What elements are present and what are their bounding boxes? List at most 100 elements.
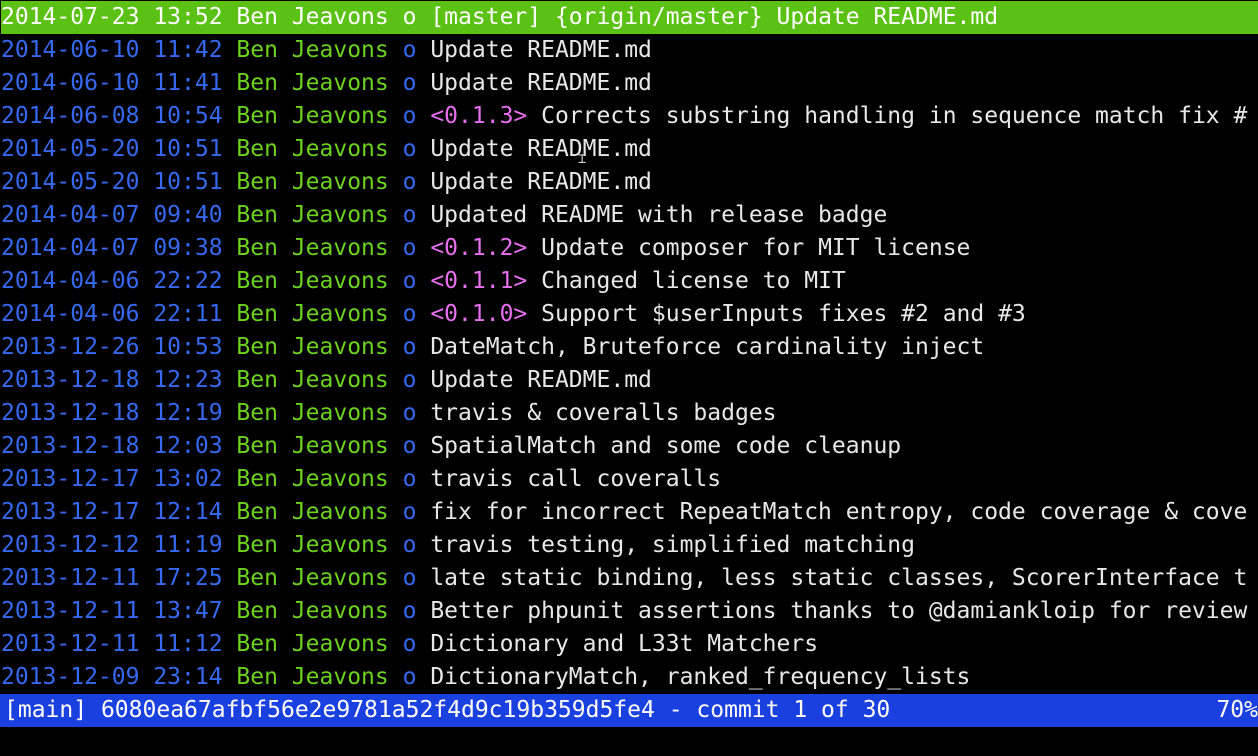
commit-author: Ben Jeavons <box>236 400 389 426</box>
commit-graph-node: o <box>402 466 417 492</box>
commit-subject: travis & coveralls badges <box>430 400 777 426</box>
commit-subject: DateMatch, Bruteforce cardinality inject <box>430 334 985 360</box>
commit-date: 2013-12-18 12:03 <box>1 433 223 459</box>
commit-author: Ben Jeavons <box>236 301 389 327</box>
commit-graph-node: o <box>402 664 417 690</box>
commit-subject: Update README.md <box>430 136 652 162</box>
commit-subject: DictionaryMatch, ranked_frequency_lists <box>430 664 971 690</box>
commit-author: Ben Jeavons <box>236 136 389 162</box>
commit-subject: travis call coveralls <box>430 466 722 492</box>
commit-author: Ben Jeavons <box>236 235 389 261</box>
commit-row[interactable]: 2014-06-08 10:54 Ben Jeavons o <0.1.3> C… <box>1 100 1258 133</box>
commit-row[interactable]: 2013-12-17 13:02 Ben Jeavons o travis ca… <box>1 463 1258 496</box>
commit-row[interactable]: 2014-04-06 22:22 Ben Jeavons o <0.1.1> C… <box>1 265 1258 298</box>
commit-row[interactable]: 2014-05-20 10:51 Ben Jeavons o Update RE… <box>1 166 1258 199</box>
commit-row[interactable]: 2013-12-26 10:53 Ben Jeavons o DateMatch… <box>1 331 1258 364</box>
commit-date: 2013-12-11 17:25 <box>1 565 223 591</box>
commit-author: Ben Jeavons <box>236 103 389 129</box>
commit-date: 2013-12-17 13:02 <box>1 466 223 492</box>
commit-author: Ben Jeavons <box>236 466 389 492</box>
commit-author: Ben Jeavons <box>236 4 389 30</box>
commit-row[interactable]: 2013-12-18 12:19 Ben Jeavons o travis & … <box>1 397 1258 430</box>
commit-author: Ben Jeavons <box>236 631 389 657</box>
commit-date: 2014-05-20 10:51 <box>1 136 223 162</box>
commit-author: Ben Jeavons <box>236 367 389 393</box>
commit-subject: Better phpunit assertions thanks to @dam… <box>430 598 1248 624</box>
commit-date: 2014-06-10 11:42 <box>1 37 223 63</box>
commit-row[interactable]: 2013-12-11 13:47 Ben Jeavons o Better ph… <box>1 595 1258 628</box>
commit-date: 2013-12-09 23:14 <box>1 664 223 690</box>
commit-graph-node: o <box>402 499 417 525</box>
commit-row[interactable]: 2013-12-18 12:23 Ben Jeavons o Update RE… <box>1 364 1258 397</box>
commit-graph-node: o <box>402 169 417 195</box>
commit-tag: <0.1.0> <box>430 301 528 327</box>
commit-graph-node: o <box>402 136 417 162</box>
commit-graph-node: o <box>402 70 417 96</box>
commit-hash[interactable]: 6080ea67afbf56e2e9781a52f4d9c19b359d5fe4 <box>101 697 655 723</box>
commit-graph-node: o <box>402 532 417 558</box>
commit-graph-node: o <box>402 565 417 591</box>
commit-row[interactable]: 2013-12-18 12:03 Ben Jeavons o SpatialMa… <box>1 430 1258 463</box>
commit-date: 2013-12-12 11:19 <box>1 532 223 558</box>
commit-row[interactable]: 2013-12-17 12:14 Ben Jeavons o fix for i… <box>1 496 1258 529</box>
commit-subject: Update composer for MIT license <box>541 235 971 261</box>
commit-date: 2014-04-07 09:38 <box>1 235 223 261</box>
scroll-percent: 70% <box>1216 697 1258 723</box>
commit-graph-node: o <box>402 433 417 459</box>
commit-date: 2014-06-08 10:54 <box>1 103 223 129</box>
commit-row[interactable]: 2013-12-11 17:25 Ben Jeavons o late stat… <box>1 562 1258 595</box>
commit-graph-node: o <box>402 400 417 426</box>
commit-row[interactable]: 2013-12-11 11:12 Ben Jeavons o Dictionar… <box>1 628 1258 661</box>
commit-author: Ben Jeavons <box>236 268 389 294</box>
commit-graph-node: o <box>402 37 417 63</box>
commit-date: 2014-04-06 22:22 <box>1 268 223 294</box>
commit-date: 2013-12-26 10:53 <box>1 334 223 360</box>
commit-date: 2014-06-10 11:41 <box>1 70 223 96</box>
commit-row[interactable]: 2014-04-07 09:40 Ben Jeavons o Updated R… <box>1 199 1258 232</box>
commit-row[interactable]: 2014-05-20 10:51 Ben Jeavons o Update RE… <box>1 133 1258 166</box>
commit-author: Ben Jeavons <box>236 202 389 228</box>
commit-subject: Updated README with release badge <box>430 202 888 228</box>
commit-log: 2014-07-23 13:52 Ben Jeavons o [master] … <box>1 1 1258 694</box>
commit-graph-node: o <box>402 4 417 30</box>
view-name: [main] <box>4 697 88 723</box>
commit-tag: <0.1.3> <box>430 103 528 129</box>
command-line[interactable] <box>0 727 1258 756</box>
commit-author: Ben Jeavons <box>236 433 389 459</box>
commit-row[interactable]: 2014-06-10 11:42 Ben Jeavons o Update RE… <box>1 34 1258 67</box>
status-bar-left: [main] 6080ea67afbf56e2e9781a52f4d9c19b3… <box>4 694 890 727</box>
commit-graph-node: o <box>402 334 417 360</box>
commit-row-selected[interactable]: 2014-07-23 13:52 Ben Jeavons o [master] … <box>1 1 1258 34</box>
commit-tag: <0.1.1> <box>430 268 528 294</box>
commit-author: Ben Jeavons <box>236 532 389 558</box>
commit-date: 2013-12-11 13:47 <box>1 598 223 624</box>
commit-row[interactable]: 2013-12-09 23:14 Ben Jeavons o Dictionar… <box>1 661 1258 694</box>
commit-subject: Corrects substring handling in sequence … <box>541 103 1248 129</box>
commit-subject: Update README.md <box>776 4 999 30</box>
commit-graph-node: o <box>402 367 417 393</box>
commit-date: 2014-07-23 13:52 <box>1 4 223 30</box>
commit-subject: SpatialMatch and some code cleanup <box>430 433 902 459</box>
commit-graph-node: o <box>402 598 417 624</box>
commit-row[interactable]: 2014-06-10 11:41 Ben Jeavons o Update RE… <box>1 67 1258 100</box>
commit-author: Ben Jeavons <box>236 169 389 195</box>
commit-graph-node: o <box>402 301 417 327</box>
commit-date: 2014-04-07 09:40 <box>1 202 223 228</box>
commit-author: Ben Jeavons <box>236 70 389 96</box>
commit-row[interactable]: 2013-12-12 11:19 Ben Jeavons o travis te… <box>1 529 1258 562</box>
commit-date: 2013-12-17 12:14 <box>1 499 223 525</box>
commit-date: 2014-04-06 22:11 <box>1 301 223 327</box>
commit-graph-node: o <box>402 103 417 129</box>
commit-subject: Dictionary and L33t Matchers <box>430 631 819 657</box>
i-beam-cursor-icon: ⌶ <box>578 151 587 167</box>
commit-date: 2013-12-18 12:19 <box>1 400 223 426</box>
commit-subject: Update README.md <box>430 70 652 96</box>
commit-graph-node: o <box>402 235 417 261</box>
commit-row[interactable]: 2014-04-07 09:38 Ben Jeavons o <0.1.2> U… <box>1 232 1258 265</box>
commit-author: Ben Jeavons <box>236 499 389 525</box>
commit-position: - commit 1 of 30 <box>668 697 891 723</box>
commit-graph-node: o <box>402 202 417 228</box>
commit-refs: [master] {origin/master} <box>430 4 763 30</box>
commit-row[interactable]: 2014-04-06 22:11 Ben Jeavons o <0.1.0> S… <box>1 298 1258 331</box>
commit-author: Ben Jeavons <box>236 37 389 63</box>
